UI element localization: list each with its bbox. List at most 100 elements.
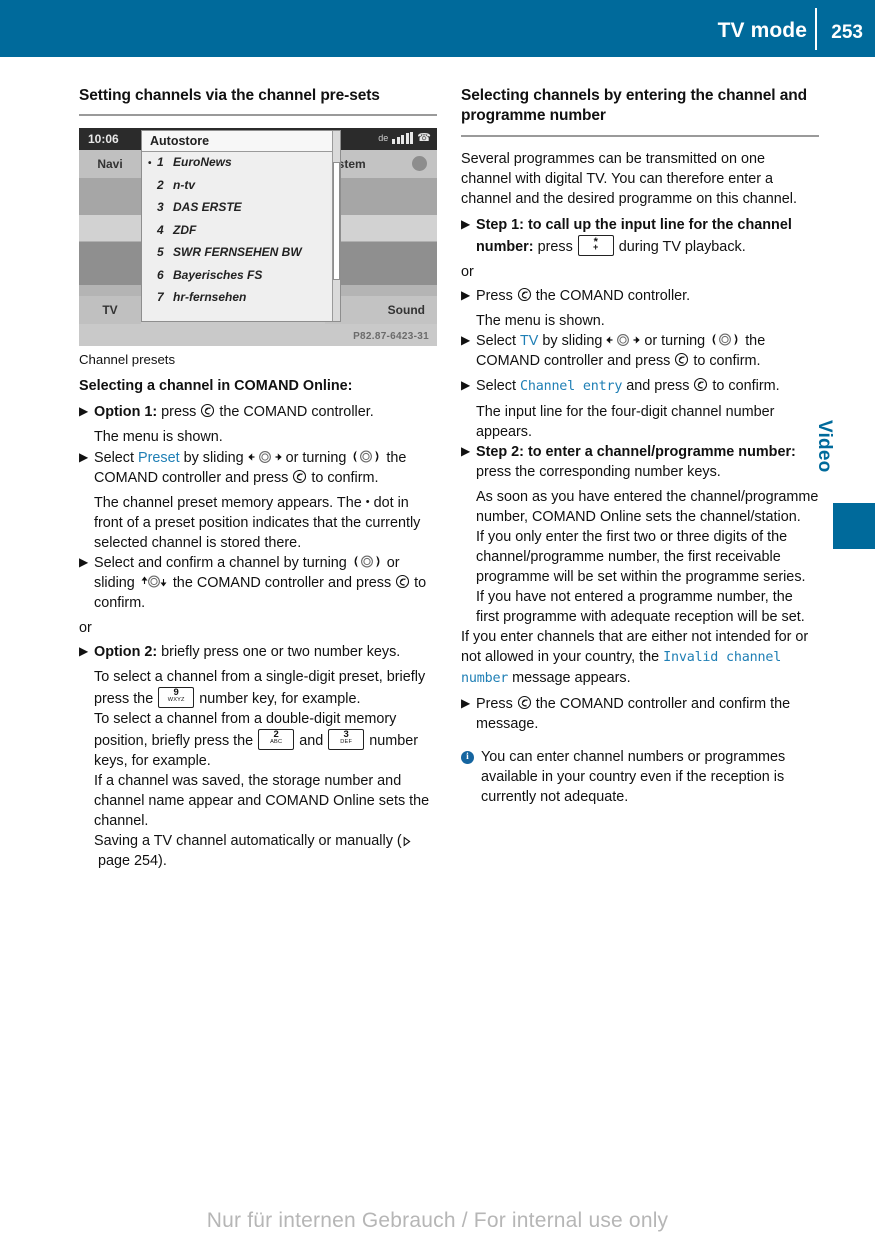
right-paragraph-4: If you enter channels that are either no… [461, 627, 819, 688]
instruction-step: ▶ Option 2: briefly press one or two num… [79, 642, 437, 662]
step-text: press the corresponding number keys. [476, 463, 721, 480]
list-item: 3 DAS ERSTE [148, 200, 340, 223]
paragraph-text: Saving a TV channel automatically or man… [94, 832, 402, 849]
comand-press-icon [517, 287, 532, 302]
step-triangle-icon: ▶ [461, 696, 471, 711]
preset-name: hr-fernsehen [173, 290, 247, 305]
step-text: Select [476, 333, 516, 350]
step-body: Press the COMAND controller and confirm … [476, 694, 819, 734]
preset-index: 3 [157, 200, 164, 215]
paragraph-text: message appears. [512, 669, 631, 686]
figure-tab-sound: Sound [325, 296, 437, 325]
step-text: Press [476, 288, 513, 304]
step-triangle-icon: ▶ [461, 216, 471, 231]
preset-index: 7 [157, 290, 164, 305]
step-body: Press the COMAND controller. [476, 286, 819, 306]
step-triangle-icon: ▶ [461, 333, 471, 348]
info-note: i You can enter channel numbers or progr… [461, 747, 819, 807]
step-text: Select [476, 378, 516, 395]
step-body: Option 2: briefly press one or two numbe… [94, 642, 437, 662]
comand-turn-icon [351, 554, 383, 569]
left-paragraph-2: To select a channel from a double-digit … [94, 709, 437, 771]
step-triangle-icon: ▶ [461, 378, 471, 393]
page-reference: page 254 [98, 852, 159, 869]
footer-watermark: Nur für internen Gebrauch / For internal… [206, 1209, 669, 1232]
left-heading-rule [79, 114, 437, 117]
star-plus-key: * + [577, 234, 614, 256]
header-divider [815, 8, 817, 50]
step-triangle-icon: ▶ [79, 554, 89, 569]
step-text: Select and confirm a channel by turning [94, 554, 347, 571]
number-key-2: 2 ABC [258, 728, 295, 750]
figure-scrollbar [332, 131, 340, 322]
side-tab-marker [833, 503, 875, 549]
step-body: Option 1: press the COMAND controller. [94, 402, 437, 422]
left-paragraph-3: If a channel was saved, the storage numb… [94, 772, 430, 829]
comand-slide-horizontal-icon [247, 450, 282, 464]
step-text: by sliding [183, 449, 244, 466]
preset-dot-glyph: • [365, 495, 370, 508]
key-plus-glyph: + [593, 241, 599, 252]
step-text: and press [626, 378, 690, 395]
step-body: Step 1: to call up the input line for th… [476, 215, 819, 257]
page-title: TV mode [717, 19, 807, 42]
step-text: the COMAND controller and press [172, 574, 392, 591]
comand-press-icon [693, 377, 708, 392]
instruction-step: ▶ Press the COMAND controller. [461, 286, 819, 306]
step-triangle-icon: ▶ [79, 404, 89, 419]
right-paragraph-2: If you only enter the first two or three… [476, 528, 806, 585]
comand-turn-icon [709, 332, 741, 347]
list-item: 5 SWR FERNSEHEN BW [148, 245, 340, 268]
step-triangle-icon: ▶ [461, 288, 471, 302]
comand-turn-icon [350, 449, 382, 464]
step-text: the COMAND controller. [219, 404, 374, 421]
figure-scrollbar-thumb [333, 161, 340, 280]
step-result: The menu is shown. [94, 429, 223, 446]
step-text: or turning [285, 449, 347, 466]
left-paragraph-1: To select a channel from a single-digit … [94, 667, 437, 709]
figure-autostore-panel: Autostore • 1 EuroNews 2 n-tv 3 DAS ERST… [141, 130, 341, 323]
step-text: by sliding [542, 333, 603, 350]
instruction-step: ▶ Select TV by sliding or turning the CO… [461, 331, 819, 371]
step-body: Step 2: to enter a channel/programme num… [476, 442, 819, 482]
instruction-step: ▶ Select Preset by sliding or turning th… [79, 448, 437, 488]
right-section-heading: Selecting channels by entering the chann… [461, 87, 807, 125]
step-text: to confirm. [693, 353, 761, 370]
comand-slide-horizontal-icon [606, 333, 641, 347]
info-note-text: You can enter channel numbers or program… [481, 749, 786, 806]
phone-icon: ☎ [417, 132, 431, 145]
step-text: press [161, 404, 197, 421]
step-body: Select Preset by sliding or turning the … [94, 448, 437, 488]
preset-name: Bayerisches FS [173, 267, 263, 282]
paragraph-text: ). [158, 852, 167, 869]
preset-index: 5 [157, 245, 164, 260]
step-text: Press [476, 696, 513, 713]
figure-language-code: de [378, 133, 389, 144]
comand-slide-vertical-icon [139, 574, 169, 589]
step-body: Select and confirm a channel by turning … [94, 553, 437, 613]
paragraph-text: and [299, 732, 324, 749]
left-section-heading: Setting channels via the channel pre-set… [79, 87, 380, 104]
alternative-or-left: or [79, 619, 92, 636]
preset-name: EuroNews [173, 155, 232, 170]
number-key-letters: DEF [340, 738, 353, 745]
instruction-step: ▶ Select and confirm a channel by turnin… [79, 553, 437, 613]
comand-press-icon [292, 469, 307, 484]
preset-index: 1 [157, 155, 164, 170]
page-number: 253 [831, 22, 863, 43]
right-column: Selecting channels by entering the chann… [461, 86, 819, 807]
instruction-step: ▶ Press the COMAND controller and confir… [461, 694, 819, 734]
instruction-step: ▶ Option 1: press the COMAND controller. [79, 402, 437, 422]
number-key-letters: WXYZ [167, 696, 185, 703]
step-text: during TV playback. [618, 238, 746, 255]
list-item: 4 ZDF [148, 223, 340, 246]
list-item: 7 hr-fernsehen [148, 290, 340, 313]
preset-name: n-tv [173, 177, 195, 192]
left-paragraph-4: Saving a TV channel automatically or man… [94, 831, 437, 871]
step-triangle-icon: ▶ [79, 449, 89, 464]
instruction-step: ▶ Step 1: to call up the input line for … [461, 215, 819, 257]
number-key-9: 9 WXYZ [158, 686, 195, 708]
right-paragraph-1: As soon as you have entered the channel/… [476, 488, 819, 525]
signal-bars-icon [392, 132, 414, 145]
figure-part-number: P82.87-6423-31 [353, 331, 429, 343]
